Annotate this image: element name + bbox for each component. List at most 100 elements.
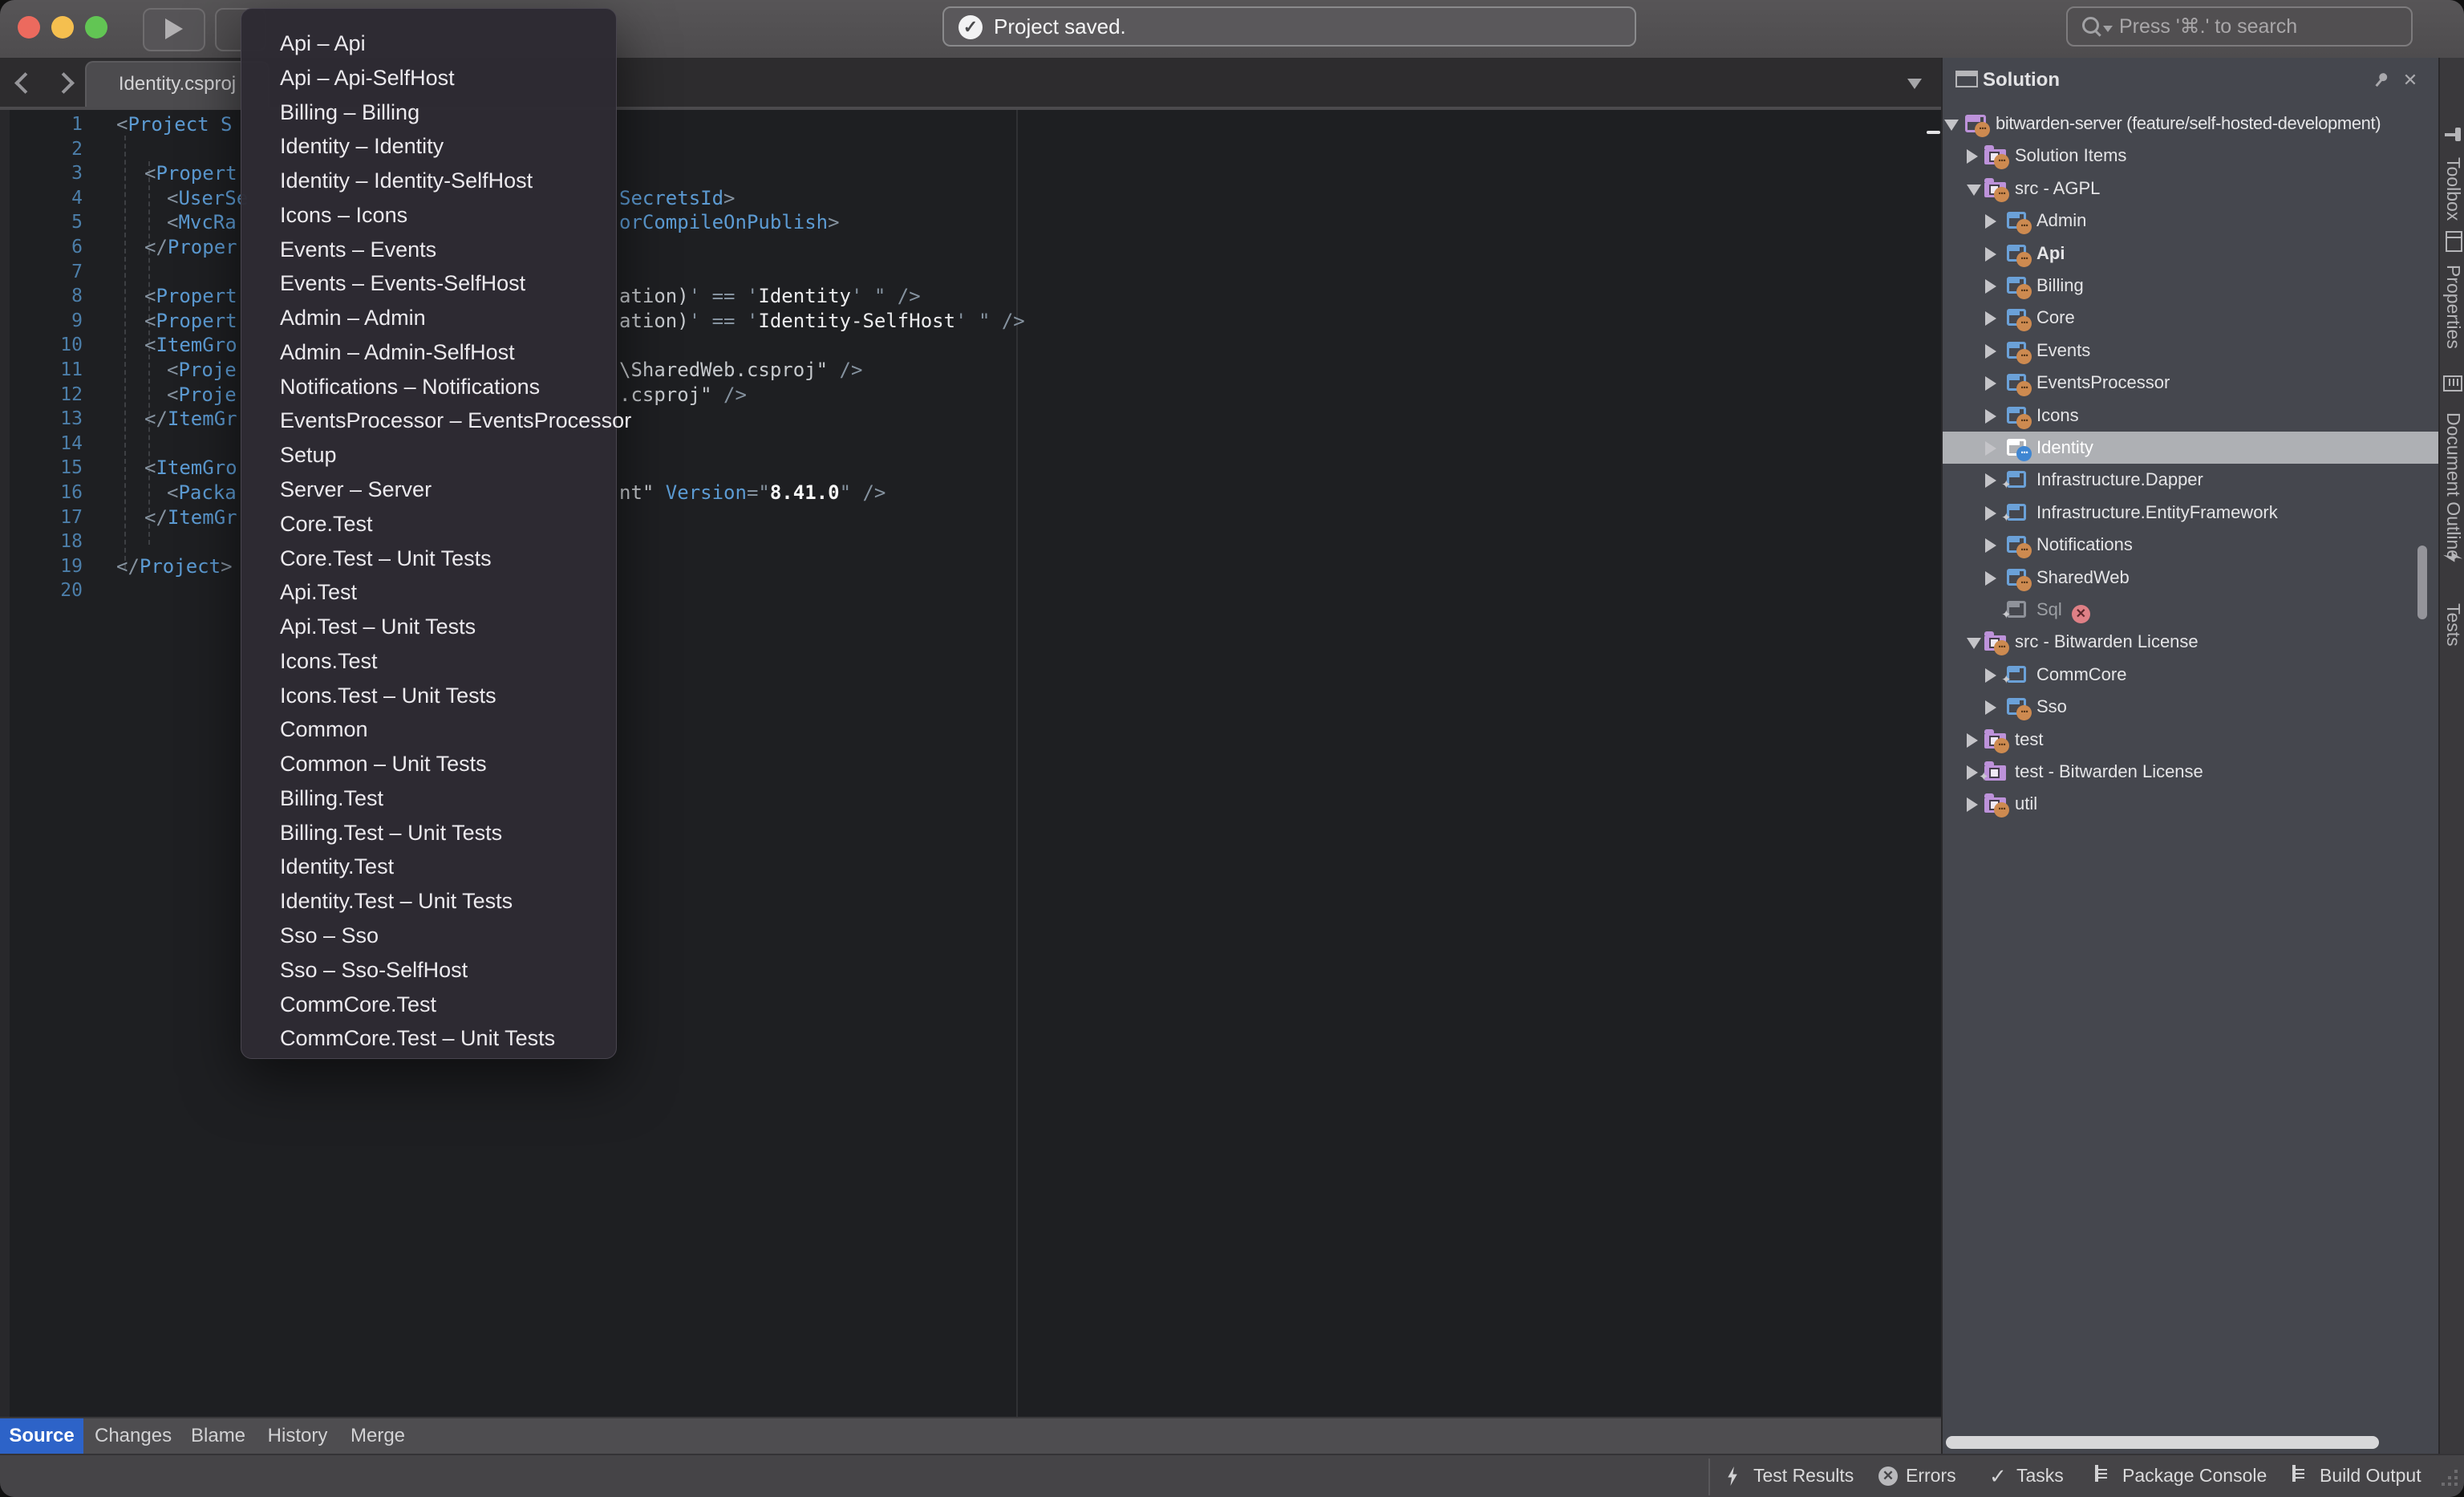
tree-item-sql[interactable]: ✦Sql✕ [1943, 594, 2438, 626]
menu-item[interactable]: Icons.Test – Unit Tests [261, 679, 606, 713]
bottom-tab-merge[interactable]: Merge [350, 1418, 406, 1454]
minimize-window-button[interactable] [51, 16, 74, 39]
tree-item-test[interactable]: ···test [1943, 724, 2438, 756]
menu-item[interactable]: Identity – Identity-SelfHost [261, 164, 606, 198]
resize-grip-icon[interactable] [2440, 1470, 2459, 1489]
menu-item[interactable]: CommCore.Test [261, 988, 606, 1022]
chevron-right-icon[interactable] [1985, 571, 1996, 586]
tree-item-infrastructure-dapper[interactable]: ✦Infrastructure.Dapper [1943, 464, 2438, 496]
chevron-right-icon[interactable] [1985, 311, 1996, 326]
chevron-right-icon[interactable] [1967, 149, 1978, 164]
tree-item-events[interactable]: ···Events [1943, 335, 2438, 367]
chevron-right-icon[interactable] [1985, 668, 1996, 683]
menu-item[interactable]: Server – Server [261, 473, 606, 507]
bottom-tab-history[interactable]: History [266, 1418, 329, 1454]
navigate-back-icon[interactable] [14, 72, 36, 94]
menu-item[interactable]: Events – Events [261, 233, 606, 267]
chevron-right-icon[interactable] [1967, 733, 1978, 748]
global-search-input[interactable]: Press '⌘.' to search [2066, 6, 2413, 47]
tree-item-notifications[interactable]: ···Notifications [1943, 529, 2438, 561]
menu-item[interactable]: Admin – Admin [261, 301, 606, 335]
menu-item[interactable]: Sso – Sso-SelfHost [261, 953, 606, 988]
chevron-right-icon[interactable] [1967, 765, 1978, 780]
tree-item-core[interactable]: ···Core [1943, 302, 2438, 334]
dock-tab-document-outline[interactable]: Document Outline [2440, 412, 2464, 564]
menu-item[interactable]: Identity.Test – Unit Tests [261, 884, 606, 919]
run-button[interactable] [143, 8, 205, 51]
tree-item-test-bitwarden-license[interactable]: ✦test - Bitwarden License [1943, 756, 2438, 788]
menu-item[interactable]: Common – Unit Tests [261, 747, 606, 781]
dock-tab-tests[interactable]: Tests [2440, 603, 2464, 651]
chevron-right-icon[interactable] [1967, 797, 1978, 812]
navigate-forward-icon[interactable] [53, 72, 75, 94]
dock-tab-label: Document Outline [2442, 412, 2464, 560]
tree-item-bitwarden-server-feature-self-hosted-development[interactable]: ···bitwarden-server (feature/self-hosted… [1943, 108, 2438, 140]
menu-item[interactable]: Identity – Identity [261, 129, 606, 164]
chevron-right-icon[interactable] [1985, 473, 1996, 488]
zoom-window-button[interactable] [85, 16, 107, 39]
menu-item[interactable]: Notifications – Notifications [261, 370, 606, 404]
tree-item-src-bitwarden-license[interactable]: ···src - Bitwarden License [1943, 626, 2438, 658]
chevron-down-icon[interactable] [1967, 185, 1981, 196]
menu-item[interactable]: Api.Test [261, 575, 606, 610]
bottom-tab-changes[interactable]: Changes [95, 1418, 167, 1454]
menu-item[interactable]: EventsProcessor – EventsProcessor [261, 404, 606, 438]
tree-item-identity[interactable]: ···Identity [1943, 432, 2438, 464]
vertical-scrollbar[interactable] [2417, 546, 2427, 619]
menu-item[interactable]: Billing – Billing [261, 95, 606, 130]
tree-item-billing[interactable]: ···Billing [1943, 270, 2438, 302]
status-button-build-output[interactable]: Build Output [2292, 1455, 2296, 1497]
tree-item-infrastructure-entityframework[interactable]: ✦Infrastructure.EntityFramework [1943, 497, 2438, 529]
dock-tab-properties[interactable]: Properties [2440, 265, 2464, 353]
close-window-button[interactable] [18, 16, 40, 39]
dock-tab-toolbox[interactable]: Toolbox [2440, 157, 2464, 225]
horizontal-scrollbar[interactable] [1946, 1436, 2379, 1449]
chevron-right-icon[interactable] [1985, 538, 1996, 553]
menu-item[interactable]: Events – Events-SelfHost [261, 266, 606, 301]
menu-item[interactable]: Icons.Test [261, 644, 606, 679]
status-button-package-console[interactable]: Package Console [2095, 1455, 2098, 1497]
menu-item[interactable]: CommCore.Test – Unit Tests [261, 1021, 606, 1056]
tree-item-eventsprocessor[interactable]: ···EventsProcessor [1943, 367, 2438, 399]
tree-item-commcore[interactable]: ✦CommCore [1943, 659, 2438, 691]
chevron-right-icon[interactable] [1985, 506, 1996, 521]
tree-item-icons[interactable]: ···Icons [1943, 400, 2438, 432]
menu-item[interactable]: Sso – Sso [261, 919, 606, 953]
line-number: 18 [0, 529, 83, 554]
bottom-tab-blame[interactable]: Blame [191, 1418, 245, 1454]
menu-item[interactable]: Setup [261, 438, 606, 473]
tree-item-admin[interactable]: ···Admin [1943, 205, 2438, 237]
chevron-right-icon[interactable] [1985, 247, 1996, 262]
menu-item[interactable]: Core.Test – Unit Tests [261, 542, 606, 576]
menu-item[interactable]: Icons – Icons [261, 198, 606, 233]
tab-overflow-icon[interactable] [1907, 79, 1922, 89]
chevron-down-icon[interactable] [1967, 638, 1981, 649]
editor-scroll-indicator[interactable] [1927, 131, 1940, 134]
tree-item-util[interactable]: ···util [1943, 788, 2438, 820]
menu-item[interactable]: Billing.Test [261, 781, 606, 816]
tree-item-solution-items[interactable]: ···Solution Items [1943, 140, 2438, 172]
menu-item[interactable]: Identity.Test [261, 850, 606, 884]
tree-item-sso[interactable]: ···Sso [1943, 691, 2438, 723]
tree-item-api[interactable]: ···Api [1943, 237, 2438, 270]
chevron-right-icon[interactable] [1985, 344, 1996, 359]
menu-item[interactable]: Api – Api-SelfHost [261, 61, 606, 95]
tree-item-sharedweb[interactable]: ···SharedWeb [1943, 562, 2438, 594]
menu-item[interactable]: Api – Api [261, 26, 606, 61]
close-icon[interactable]: ✕ [2398, 58, 2422, 103]
chevron-right-icon[interactable] [1985, 700, 1996, 715]
bottom-tab-source[interactable]: Source [0, 1418, 83, 1454]
tree-item-src-agpl[interactable]: ···src - AGPL [1943, 172, 2438, 205]
pin-icon[interactable] [2369, 69, 2392, 91]
chevron-down-icon[interactable] [1944, 120, 1959, 131]
menu-item[interactable]: Core.Test [261, 507, 606, 542]
chevron-right-icon[interactable] [1985, 376, 1996, 391]
chevron-right-icon[interactable] [1985, 441, 1996, 456]
menu-item[interactable]: Billing.Test – Unit Tests [261, 816, 606, 850]
menu-item[interactable]: Common [261, 712, 606, 747]
chevron-right-icon[interactable] [1985, 214, 1996, 229]
menu-item[interactable]: Admin – Admin-SelfHost [261, 335, 606, 370]
chevron-right-icon[interactable] [1985, 279, 1996, 294]
menu-item[interactable]: Api.Test – Unit Tests [261, 610, 606, 644]
chevron-right-icon[interactable] [1985, 409, 1996, 424]
